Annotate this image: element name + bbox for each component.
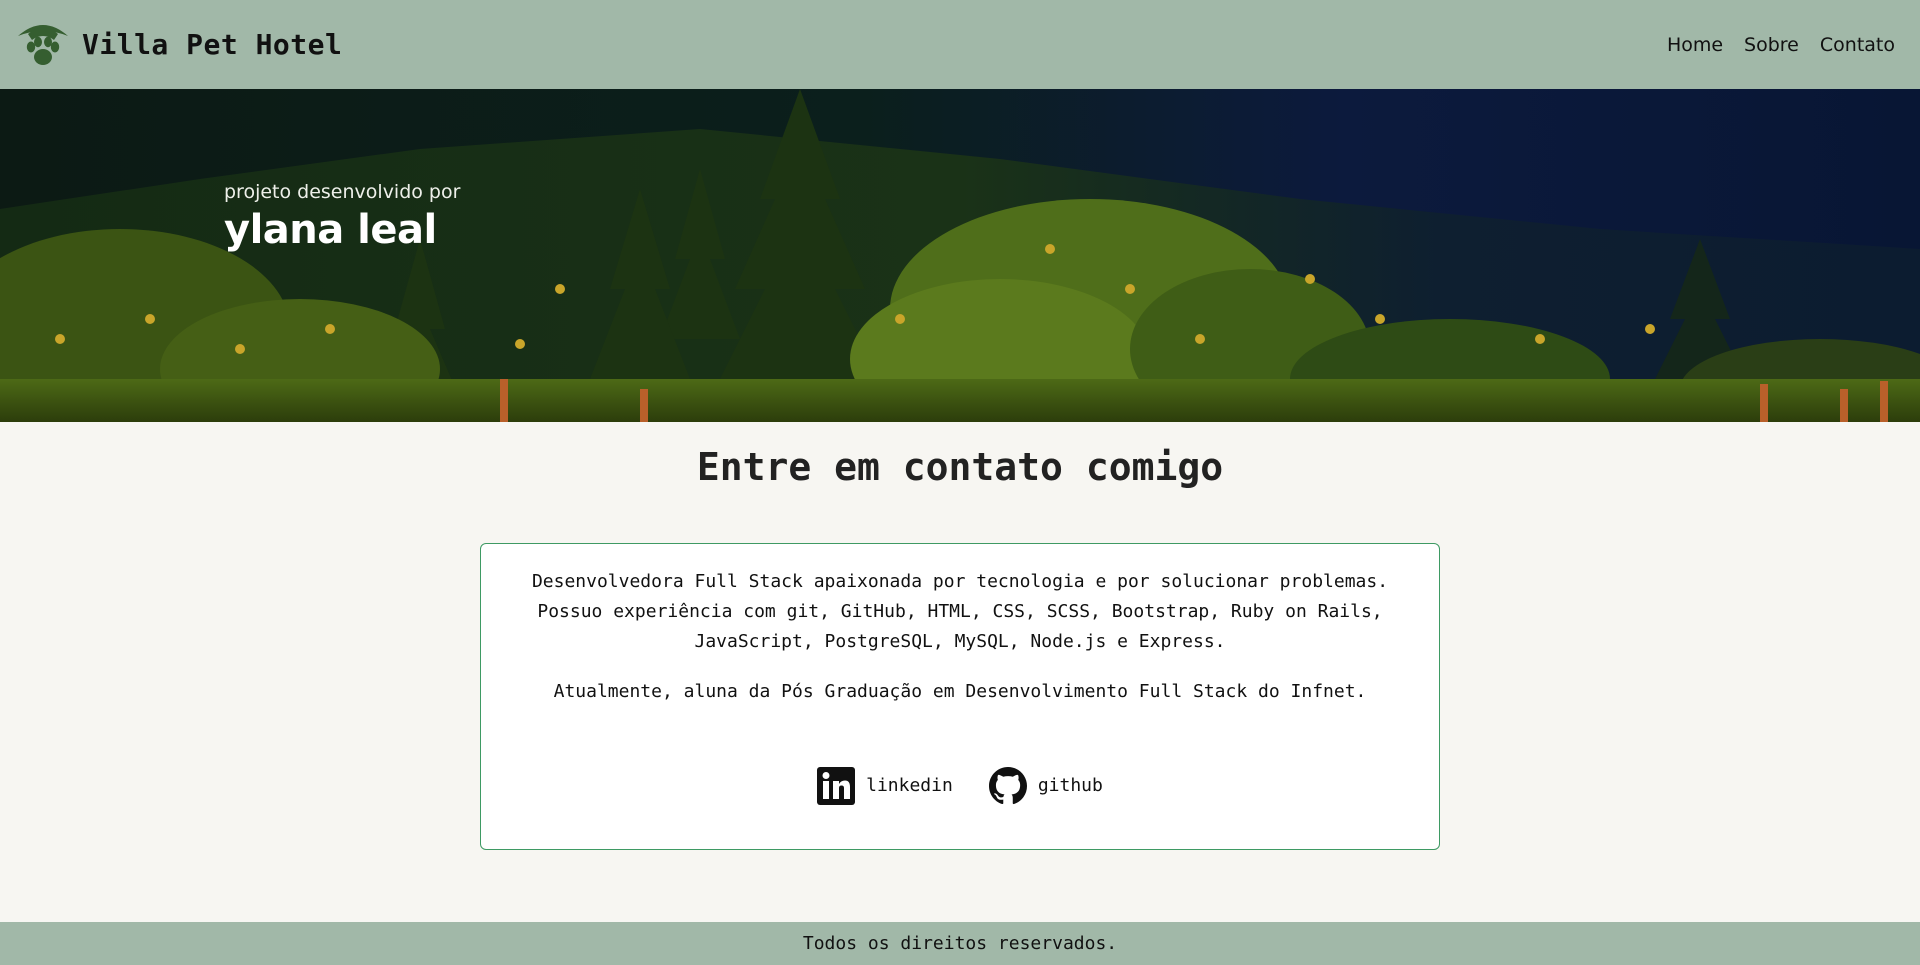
navbar: Villa Pet Hotel Home Sobre Contato (0, 0, 1920, 89)
nav-link-contato[interactable]: Contato (1820, 34, 1895, 56)
paw-hat-icon (18, 24, 68, 65)
forest-landscape-image (0, 89, 1920, 422)
hero-subtitle: projeto desenvolvido por (224, 181, 461, 203)
education-paragraph: Atualmente, aluna da Pós Graduação em De… (553, 681, 1367, 702)
github-link[interactable]: github (988, 767, 1103, 805)
brand-link[interactable]: Villa Pet Hotel (14, 16, 342, 74)
footer: Todos os direitos reservados. (0, 922, 1920, 965)
linkedin-label: linkedin (866, 775, 953, 796)
hero-banner: projeto desenvolvido por ylana leal (0, 89, 1920, 422)
github-label: github (1037, 775, 1103, 796)
bio-paragraph: Desenvolvedora Full Stack apaixonada por… (531, 571, 1389, 652)
brand-name: Villa Pet Hotel (82, 28, 343, 61)
hero-text: projeto desenvolvido por ylana leal (224, 181, 460, 253)
nav-link-home[interactable]: Home (1667, 34, 1723, 56)
linkedin-link[interactable]: linkedin (817, 767, 953, 805)
footer-text: Todos os direitos reservados. (802, 933, 1118, 954)
contact-card: Desenvolvedora Full Stack apaixonada por… (480, 543, 1440, 850)
nav-link-sobre[interactable]: Sobre (1744, 34, 1799, 56)
linkedin-icon (817, 767, 856, 805)
page-title: Entre em contato comigo (696, 445, 1224, 489)
github-icon (988, 767, 1027, 805)
hero-author-name: ylana leal (224, 207, 437, 253)
nav-links: Home Sobre Contato (1667, 34, 1895, 56)
social-links: linkedin github (481, 767, 1439, 805)
